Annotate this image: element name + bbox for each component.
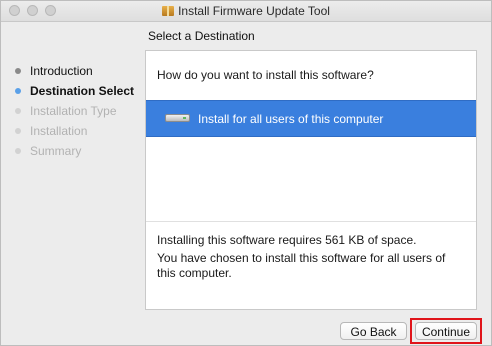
- step-label: Destination Select: [30, 84, 135, 98]
- package-icon: [162, 6, 175, 16]
- space-requirement-text: Installing this software requires 561 KB…: [157, 233, 417, 247]
- install-for-all-users-option[interactable]: Install for all users of this computer: [146, 100, 476, 137]
- divider: [146, 221, 476, 222]
- continue-highlight-box: [410, 318, 482, 344]
- section-title: Select a Destination: [148, 29, 255, 43]
- step-installation: Installation: [15, 123, 134, 143]
- step-bullet-icon: [15, 108, 21, 114]
- step-introduction: Introduction: [15, 63, 134, 83]
- step-label: Installation Type: [30, 104, 117, 118]
- hard-drive-icon: [165, 114, 190, 122]
- option-label: Install for all users of this computer: [198, 112, 384, 126]
- install-question: How do you want to install this software…: [157, 68, 374, 82]
- step-bullet-icon: [15, 128, 21, 134]
- step-installation-type: Installation Type: [15, 103, 134, 123]
- step-label: Summary: [30, 144, 82, 158]
- window-title-text: Install Firmware Update Tool: [178, 4, 330, 18]
- step-bullet-icon: [15, 88, 21, 94]
- window-title: Install Firmware Update Tool: [1, 4, 491, 18]
- installer-steps-sidebar: Introduction Destination Select Installa…: [15, 63, 134, 163]
- installer-window: Install Firmware Update Tool Select a De…: [0, 0, 492, 346]
- step-bullet-icon: [15, 148, 21, 154]
- step-destination-select: Destination Select: [15, 83, 134, 103]
- chosen-destination-text: You have chosen to install this software…: [157, 251, 446, 280]
- step-label: Installation: [30, 124, 88, 138]
- step-bullet-icon: [15, 68, 21, 74]
- go-back-button[interactable]: Go Back: [340, 322, 407, 340]
- step-label: Introduction: [30, 64, 93, 78]
- step-summary: Summary: [15, 143, 134, 163]
- destination-panel: How do you want to install this software…: [145, 50, 477, 310]
- title-bar: Install Firmware Update Tool: [1, 1, 491, 22]
